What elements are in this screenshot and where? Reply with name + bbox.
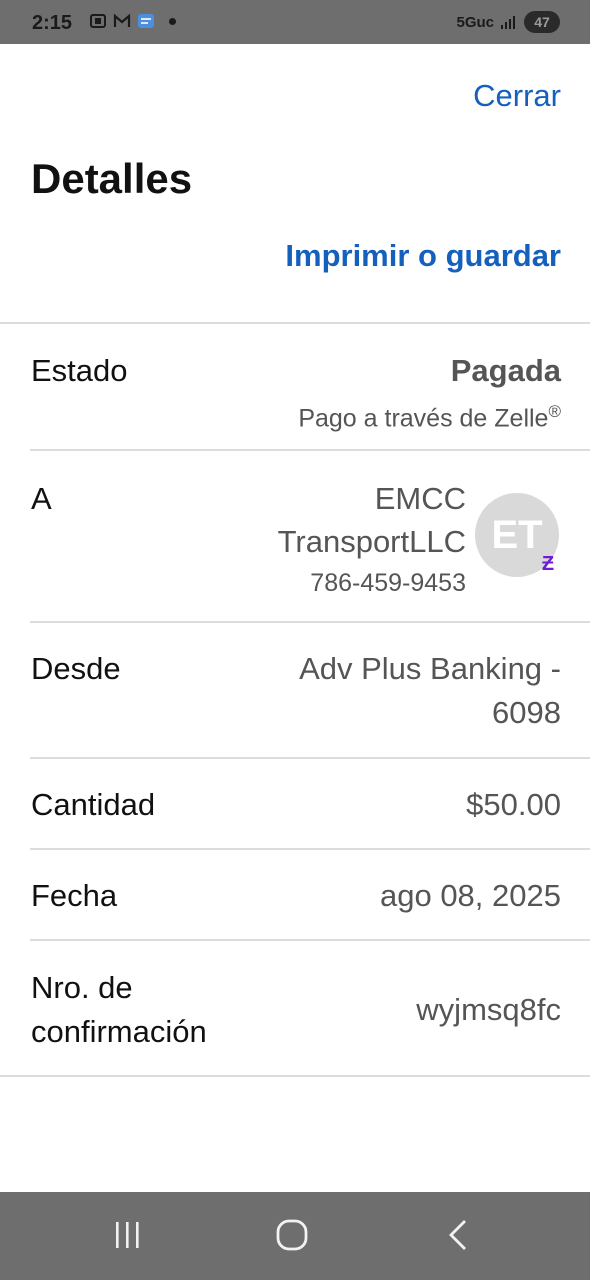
from-account-line1: Adv Plus Banking - <box>299 651 561 686</box>
home-icon <box>276 1219 308 1251</box>
confirmation-value: wyjmsq8fc <box>416 992 561 1027</box>
header-divider <box>0 322 590 324</box>
page: 2:15 5Guc 47 Cerrar Detalles Imprimir o … <box>0 0 590 1280</box>
status-label: Estado <box>31 353 128 388</box>
from-label: Desde <box>31 651 121 686</box>
row-divider <box>30 939 590 941</box>
gmail-icon <box>113 13 131 27</box>
row-divider <box>30 848 590 850</box>
recipient-name-line1: EMCC <box>374 481 466 516</box>
recipient-phone: 786-459-9453 <box>310 569 466 597</box>
zelle-icon: Ƶ <box>541 553 555 575</box>
battery-icon: 47 <box>524 11 560 33</box>
date-value: ago 08, 2025 <box>379 878 561 913</box>
recents-icon <box>116 1222 139 1248</box>
registered-mark: ® <box>548 402 561 421</box>
confirmation-label-line1: Nro. de <box>31 970 133 1005</box>
network-type: 5Guc <box>456 13 494 31</box>
status-value: Pagada <box>450 353 561 388</box>
notification-icons <box>89 13 176 29</box>
recents-button[interactable] <box>103 1214 153 1258</box>
row-divider <box>30 757 590 759</box>
status-sub-text: Pago a través de Zelle <box>298 404 549 433</box>
content-bottom-divider <box>0 1075 590 1077</box>
page-title: Detalles <box>31 155 193 202</box>
home-button[interactable] <box>267 1214 317 1258</box>
row-divider <box>30 449 590 451</box>
amount-label: Cantidad <box>31 787 156 822</box>
status-bar: 2:15 5Guc 47 <box>0 0 590 44</box>
recipient-name-line2: TransportLLC <box>277 524 466 559</box>
status-subtext: Pago a través de Zelle® <box>298 390 561 440</box>
back-button[interactable] <box>433 1214 483 1258</box>
from-account-line2: 6098 <box>492 695 561 730</box>
back-icon <box>449 1220 466 1250</box>
recipient-label: A <box>31 481 52 516</box>
more-notifications-dot <box>169 17 176 25</box>
close-button[interactable]: Cerrar <box>473 78 561 114</box>
status-right: 5Guc 47 <box>456 11 560 33</box>
signal-icon <box>501 16 515 29</box>
confirmation-label-line2: confirmación <box>31 1014 207 1049</box>
message-icon <box>138 14 154 28</box>
amount-value: $50.00 <box>466 787 561 822</box>
print-or-save-button[interactable]: Imprimir o guardar <box>285 238 561 274</box>
status-time: 2:15 <box>32 12 73 34</box>
row-divider <box>30 621 590 623</box>
date-label: Fecha <box>31 878 118 913</box>
navigation-bar <box>0 1192 590 1280</box>
screenshot-icon <box>90 14 106 28</box>
